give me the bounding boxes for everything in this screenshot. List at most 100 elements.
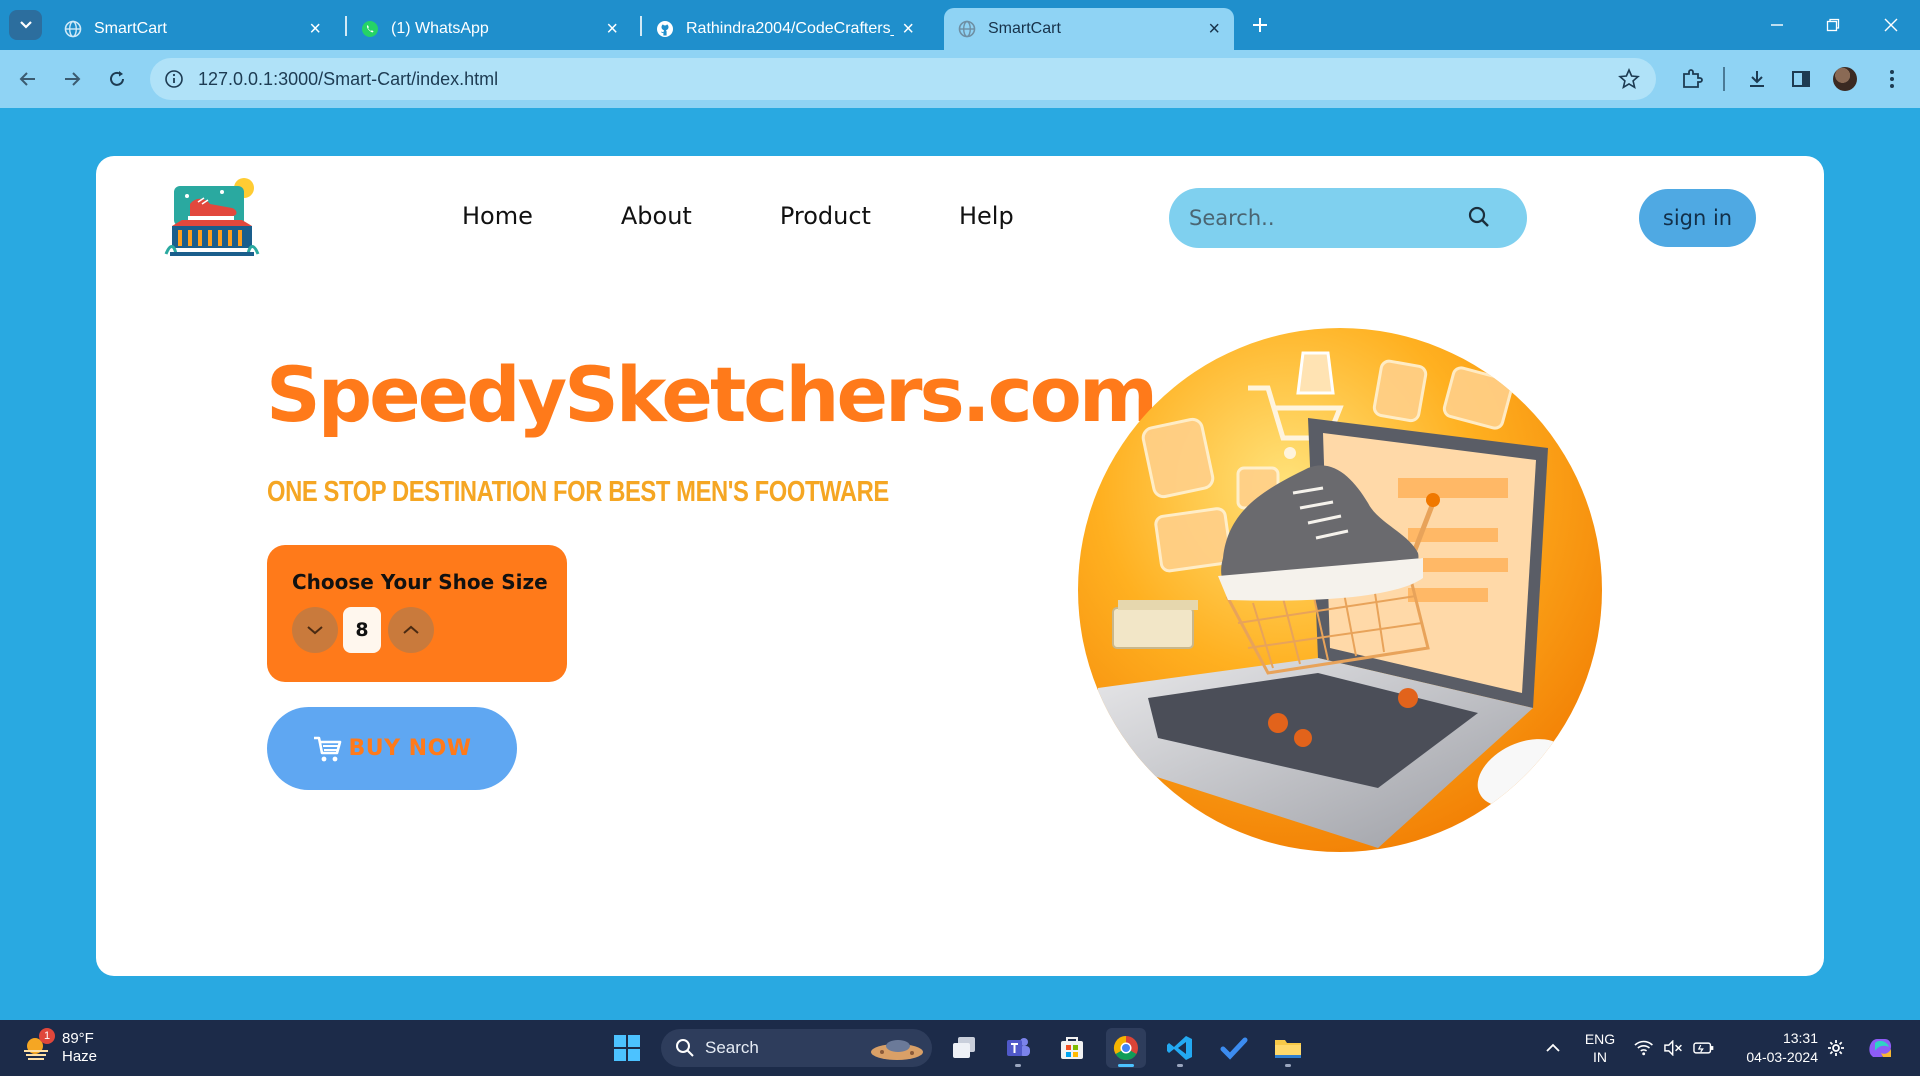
- extensions-button[interactable]: [1676, 63, 1708, 95]
- taskbar-store[interactable]: [1052, 1028, 1092, 1068]
- hero-shopping-illustration: [1078, 328, 1602, 852]
- forward-button[interactable]: [56, 63, 88, 95]
- taskbar-search[interactable]: Search: [661, 1029, 932, 1067]
- site-search-box: [1169, 188, 1527, 248]
- nav-product-link[interactable]: Product: [780, 202, 871, 230]
- tab-github[interactable]: Rathindra2004/CodeCrafters_E( ×: [642, 8, 928, 50]
- taskbar-search-label: Search: [705, 1038, 759, 1057]
- search-icon: [676, 1039, 694, 1057]
- restore-icon: [1826, 18, 1840, 32]
- tab-whatsapp[interactable]: (1) WhatsApp ×: [347, 8, 632, 50]
- taskbar-teams[interactable]: [998, 1028, 1038, 1068]
- site-logo[interactable]: [162, 168, 262, 260]
- new-tab-button[interactable]: [1245, 10, 1275, 40]
- sign-in-button[interactable]: sign in: [1639, 189, 1756, 247]
- reload-button[interactable]: [101, 63, 133, 95]
- side-panel-button[interactable]: [1785, 63, 1817, 95]
- search-icon[interactable]: [1467, 205, 1491, 229]
- clock-date: 04-03-2024: [1746, 1049, 1818, 1065]
- settings-tray-icon[interactable]: [1826, 1020, 1846, 1076]
- taskbar-chrome[interactable]: [1106, 1028, 1146, 1068]
- hero-subtitle: ONE STOP DESTINATION FOR BEST MEN'S FOOT…: [267, 476, 889, 508]
- star-icon[interactable]: [1618, 68, 1640, 90]
- plus-icon: [1253, 18, 1267, 32]
- taskbar-file-explorer[interactable]: [1268, 1028, 1308, 1068]
- browser-menu-button[interactable]: [1876, 63, 1908, 95]
- profile-button[interactable]: [1829, 63, 1861, 95]
- search-input[interactable]: [1189, 206, 1459, 230]
- tab-title: SmartCart: [988, 20, 1061, 37]
- close-icon[interactable]: ×: [606, 19, 618, 39]
- tab-search-button[interactable]: [9, 10, 42, 40]
- tab-smartcart-active[interactable]: SmartCart ×: [944, 8, 1234, 50]
- shoe-size-value[interactable]: 8: [343, 607, 381, 653]
- tab-title: SmartCart: [94, 20, 167, 37]
- shoe-size-label: Choose Your Shoe Size: [292, 570, 548, 594]
- todo-icon: [1220, 1037, 1248, 1060]
- close-icon[interactable]: ×: [1208, 19, 1220, 39]
- close-icon[interactable]: ×: [902, 19, 914, 39]
- puzzle-icon: [1683, 69, 1703, 88]
- active-indicator: [1118, 1064, 1134, 1067]
- gear-icon: [1828, 1040, 1844, 1056]
- quick-settings-button[interactable]: [1634, 1020, 1714, 1076]
- tab-smartcart-1[interactable]: SmartCart ×: [50, 8, 335, 50]
- main-card: Home About Product Help sign in SpeedySk…: [96, 156, 1824, 976]
- hero-title: SpeedySketchers.com: [266, 350, 1158, 439]
- start-button[interactable]: [607, 1028, 647, 1068]
- nav-about-link[interactable]: About: [621, 202, 692, 230]
- running-indicator: [1285, 1064, 1291, 1067]
- nav-help-link[interactable]: Help: [959, 202, 1014, 230]
- cart-icon: [314, 736, 342, 761]
- reload-icon: [110, 71, 124, 86]
- nav-home-link[interactable]: Home: [462, 202, 533, 230]
- chevron-up-icon: [403, 625, 419, 634]
- close-window-button[interactable]: [1876, 10, 1906, 40]
- buy-now-button[interactable]: BUY NOW: [267, 707, 517, 790]
- globe-icon: [64, 20, 82, 38]
- minimize-button[interactable]: [1762, 10, 1792, 40]
- toolbar-divider: [1723, 67, 1725, 91]
- region-code: IN: [1593, 1049, 1607, 1065]
- minimize-icon: [1771, 24, 1783, 26]
- clock-time: 13:31: [1782, 1030, 1818, 1046]
- close-icon[interactable]: ×: [309, 19, 321, 39]
- language-code: ENG: [1584, 1031, 1616, 1047]
- chevron-down-icon: [19, 21, 32, 29]
- size-decrease-button[interactable]: [292, 607, 338, 653]
- copilot-button[interactable]: [1862, 1020, 1898, 1076]
- restore-button[interactable]: [1818, 10, 1848, 40]
- more-vertical-icon: [1890, 70, 1894, 88]
- clock[interactable]: 13:31 04-03-2024: [1728, 1020, 1818, 1076]
- weather-condition: Haze: [62, 1048, 98, 1065]
- arrow-right-icon: [65, 72, 81, 86]
- taskbar-vscode[interactable]: [1160, 1028, 1200, 1068]
- site-info-icon[interactable]: [164, 69, 184, 89]
- tab-title: Rathindra2004/CodeCrafters_E(: [686, 20, 895, 37]
- page-viewport: Home About Product Help sign in SpeedySk…: [0, 108, 1920, 1020]
- store-icon: [1061, 1037, 1083, 1059]
- search-highlight-icon: [871, 1040, 923, 1060]
- downloads-button[interactable]: [1741, 63, 1773, 95]
- task-view-icon: [953, 1037, 975, 1058]
- avatar: [1833, 67, 1857, 91]
- os-taskbar: 1 89°F Haze Search ENG IN 13:31 04-03-20…: [0, 1020, 1920, 1076]
- copilot-icon: [1869, 1039, 1892, 1057]
- running-indicator: [1177, 1064, 1183, 1067]
- url-text[interactable]: 127.0.0.1:3000/Smart-Cart/index.html: [198, 69, 498, 90]
- weather-widget[interactable]: 1 89°F Haze: [22, 1028, 98, 1066]
- tray-overflow-button[interactable]: [1541, 1020, 1565, 1076]
- vscode-icon: [1167, 1036, 1192, 1060]
- language-indicator[interactable]: ENG IN: [1580, 1020, 1620, 1076]
- back-button[interactable]: [12, 63, 44, 95]
- browser-toolbar: 127.0.0.1:3000/Smart-Cart/index.html: [0, 50, 1920, 108]
- browser-tab-strip: SmartCart × (1) WhatsApp × Rathindra2004…: [0, 0, 1920, 50]
- size-increase-button[interactable]: [388, 607, 434, 653]
- buy-now-label: BUY NOW: [348, 736, 472, 761]
- chrome-icon: [1113, 1036, 1138, 1061]
- file-explorer-icon: [1275, 1040, 1301, 1058]
- taskbar-task-view[interactable]: [944, 1028, 984, 1068]
- address-bar[interactable]: 127.0.0.1:3000/Smart-Cart/index.html: [150, 58, 1656, 100]
- arrow-left-icon: [19, 72, 35, 86]
- taskbar-todo[interactable]: [1214, 1028, 1254, 1068]
